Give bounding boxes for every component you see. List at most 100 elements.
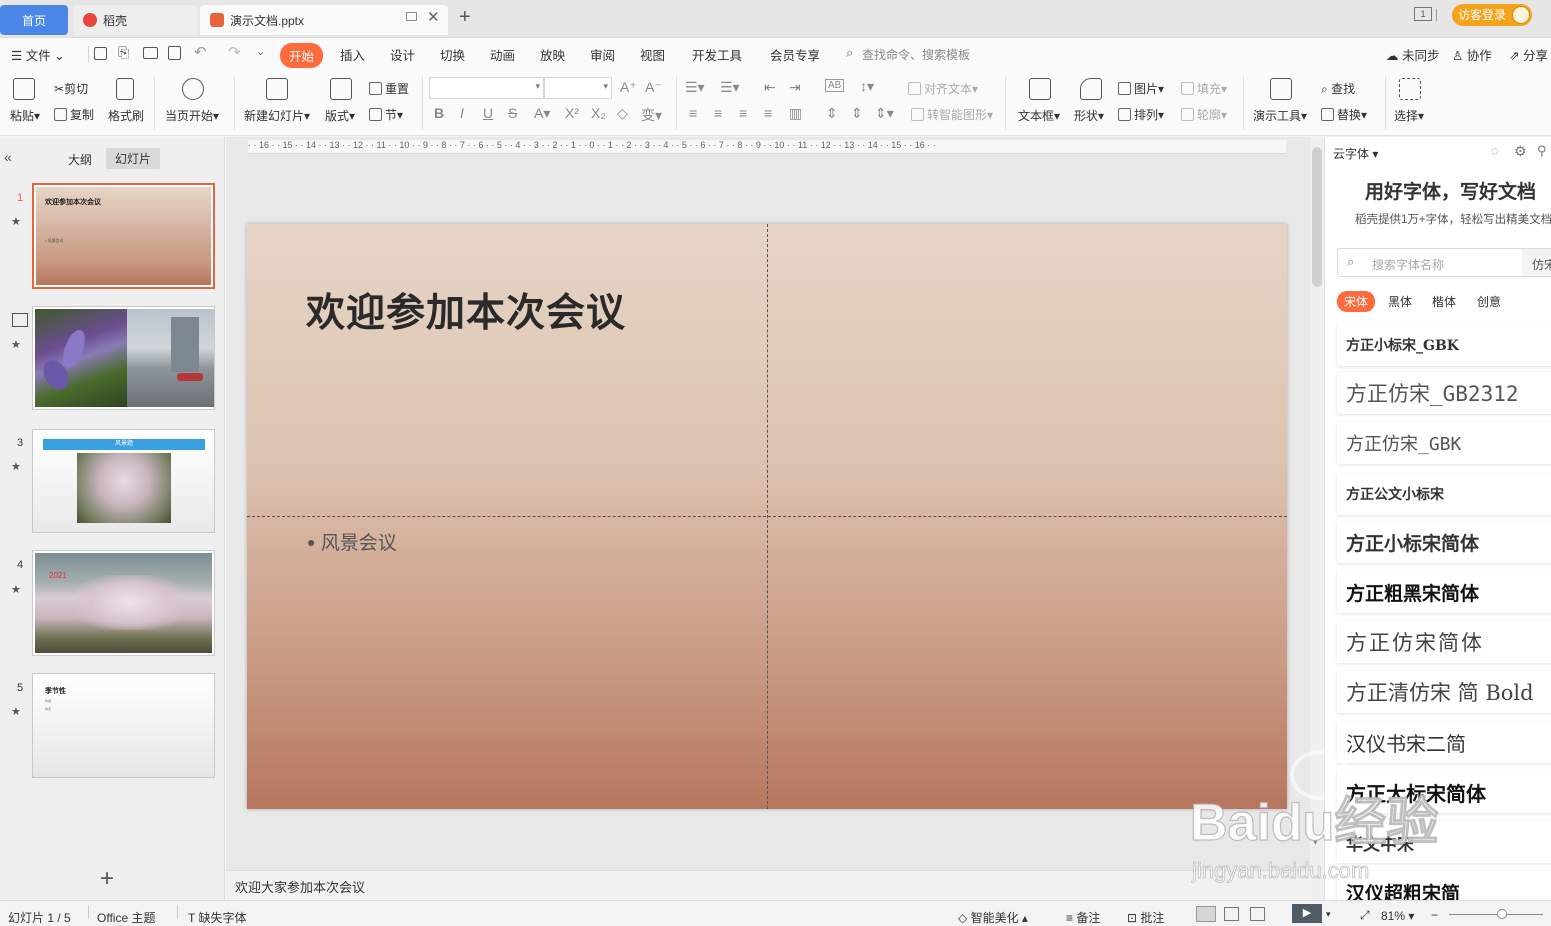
copy-button[interactable]: 复制 [54, 106, 94, 123]
speaker-notes[interactable]: 欢迎大家参加本次会议 [226, 870, 1310, 900]
menu-transition[interactable]: 切换 [440, 45, 465, 64]
numbered-list-icon[interactable]: ☰▾ [720, 79, 740, 96]
font-shrink-icon[interactable]: A⁻ [645, 79, 662, 96]
normal-view-icon[interactable] [1196, 906, 1216, 922]
smart-beautify-button[interactable]: ◇ 智能美化 ▴ [958, 909, 1028, 926]
arrange-button[interactable]: 排列▾ [1118, 106, 1164, 123]
share-button[interactable]: ⇗ 分享 [1509, 45, 1548, 64]
chat-icon[interactable]: ◌ [1491, 143, 1499, 158]
clear-format-icon[interactable]: ◇ [617, 105, 628, 122]
new-tab-icon[interactable]: + [459, 6, 471, 29]
italic-icon[interactable]: I [460, 105, 464, 121]
theme-name[interactable]: Office 主题 [97, 909, 155, 926]
subscript-icon[interactable]: X₂ [591, 105, 606, 121]
save-icon[interactable] [94, 47, 107, 60]
format-painter-button[interactable]: 格式刷 [108, 107, 144, 124]
text-direction-icon[interactable]: AB [825, 79, 845, 92]
tab-document[interactable]: 演示文档.pptx ✕ [200, 5, 448, 35]
print-icon[interactable] [143, 47, 158, 59]
font-size-combo[interactable]: ▾ [544, 77, 612, 99]
category-heiti[interactable]: 黑体 [1388, 293, 1412, 310]
slide-thumbnail-2[interactable] [32, 306, 215, 410]
textbox-button[interactable]: 文本框▾ [1018, 107, 1060, 124]
comments-toggle[interactable]: ⊡ 批注 [1127, 909, 1164, 926]
layout-button[interactable]: 版式▾ [325, 107, 355, 124]
menu-slideshow[interactable]: 放映 [540, 45, 565, 64]
font-item[interactable]: 方正小标宋_GBK [1337, 324, 1551, 366]
spacing-dropdown-icon[interactable]: ⇕▾ [875, 105, 894, 122]
align-left-icon[interactable]: ≡ [689, 105, 697, 121]
bullet-list-icon[interactable]: ☰▾ [685, 79, 705, 96]
outline-tab[interactable]: 大纲 [68, 151, 92, 168]
scrollbar-thumb[interactable] [1312, 147, 1322, 287]
command-search[interactable]: 查找命令、搜索模板 [862, 46, 970, 63]
replace-button[interactable]: 替换▾ [1321, 106, 1367, 123]
category-kaiti[interactable]: 楷体 [1432, 293, 1456, 310]
slide-thumbnail-3[interactable]: 风景题 [32, 429, 215, 533]
quick-access-dropdown-icon[interactable]: ⌄ [256, 45, 265, 58]
float-window-icon[interactable] [406, 12, 417, 21]
font-item[interactable]: 方正仿宋_GB2312 [1337, 372, 1551, 414]
outline-button[interactable]: 轮廓▾ [1181, 106, 1227, 123]
login-button[interactable]: 访客登录 [1452, 4, 1532, 26]
slide-canvas[interactable]: 欢迎参加本次会议 ● 风景会议 [247, 224, 1287, 809]
font-item[interactable]: 方正小标宋简体 [1337, 521, 1551, 563]
play-slideshow-icon[interactable]: ▶ [1292, 904, 1322, 923]
find-button[interactable]: ⌕ 查找 [1321, 80, 1355, 97]
print-preview-icon[interactable] [168, 46, 181, 60]
chevron-down-icon[interactable]: ▾ [1326, 909, 1331, 920]
new-slide-button[interactable]: 新建幻灯片▾ [244, 107, 310, 124]
reset-button[interactable]: 重置 [369, 80, 409, 97]
pinyin-icon[interactable]: 变▾ [641, 105, 662, 125]
font-item[interactable]: 方正仿宋简体 [1337, 621, 1551, 663]
font-grow-icon[interactable]: A⁺ [620, 79, 637, 96]
column-icon[interactable]: ⇕ [851, 105, 863, 122]
menu-review[interactable]: 审阅 [590, 45, 615, 64]
font-color-icon[interactable]: A▾ [534, 105, 550, 122]
slide-bullet[interactable]: ● 风景会议 [307, 528, 397, 555]
menu-developer[interactable]: 开发工具 [692, 45, 742, 64]
pin-icon[interactable]: ⚲ [1537, 143, 1547, 159]
font-name-combo[interactable]: ▾ [429, 77, 544, 99]
increase-indent-icon[interactable]: ⇥ [789, 79, 801, 96]
cut-button[interactable]: ✂剪切 [54, 80, 88, 97]
bold-icon[interactable]: B [434, 105, 444, 121]
smart-graphic-button[interactable]: 转智能图形▾ [911, 106, 993, 123]
menu-design[interactable]: 设计 [390, 45, 415, 64]
font-item[interactable]: 方正清仿宋 简 Bold [1337, 671, 1551, 713]
output-pdf-icon[interactable]: ⎘ [118, 44, 129, 61]
align-text-button[interactable]: 对齐文本▾ [908, 80, 978, 97]
horizontal-guide-line[interactable] [247, 516, 1287, 517]
font-item[interactable]: 汉仪书宋二简 [1337, 721, 1551, 763]
undo-icon[interactable]: ↶ [194, 43, 207, 61]
sync-status[interactable]: ☁ 未同步 [1386, 45, 1440, 64]
strikethrough-icon[interactable]: S [508, 105, 517, 121]
font-item[interactable]: 方正大标宋简体 [1337, 771, 1551, 813]
slide-title[interactable]: 欢迎参加本次会议 [306, 282, 626, 338]
align-center-icon[interactable]: ≡ [714, 105, 722, 121]
gear-icon[interactable]: ⚙ [1514, 143, 1527, 160]
align-right-icon[interactable]: ≡ [739, 105, 747, 121]
font-search-field[interactable]: ⌕ 搜索字体名称 仿宋 [1337, 248, 1551, 277]
category-creative[interactable]: 创意 [1477, 293, 1501, 310]
menu-start[interactable]: 开始 [280, 43, 324, 68]
paragraph-spacing-icon[interactable]: ⇕ [826, 105, 838, 122]
justify-icon[interactable]: ≡ [764, 105, 772, 121]
add-slide-icon[interactable]: + [100, 867, 114, 891]
font-item[interactable]: 方正仿宋_GBK [1337, 422, 1551, 464]
collapse-panel-icon[interactable]: « [4, 149, 12, 165]
zoom-slider-handle[interactable] [1497, 909, 1507, 919]
section-button[interactable]: 节▾ [369, 106, 403, 123]
superscript-icon[interactable]: X² [565, 105, 579, 121]
font-item[interactable]: 方正粗黑宋简体 [1337, 571, 1551, 613]
window-count-icon[interactable]: 1 [1414, 7, 1432, 21]
fill-button[interactable]: 填充▾ [1181, 80, 1227, 97]
menu-member[interactable]: 会员专享 [770, 45, 820, 64]
distribute-icon[interactable]: ▥ [789, 105, 802, 122]
collab-button[interactable]: ♙ 协作 [1452, 45, 1492, 64]
shape-button[interactable]: 形状▾ [1074, 107, 1104, 124]
scroll-down-icon[interactable]: ▾ [1313, 837, 1318, 848]
reading-view-icon[interactable] [1250, 907, 1265, 921]
slide-thumbnail-1[interactable]: 欢迎参加本次会议 • 风景会议 [32, 183, 215, 289]
redo-icon[interactable]: ↷ [228, 43, 241, 61]
